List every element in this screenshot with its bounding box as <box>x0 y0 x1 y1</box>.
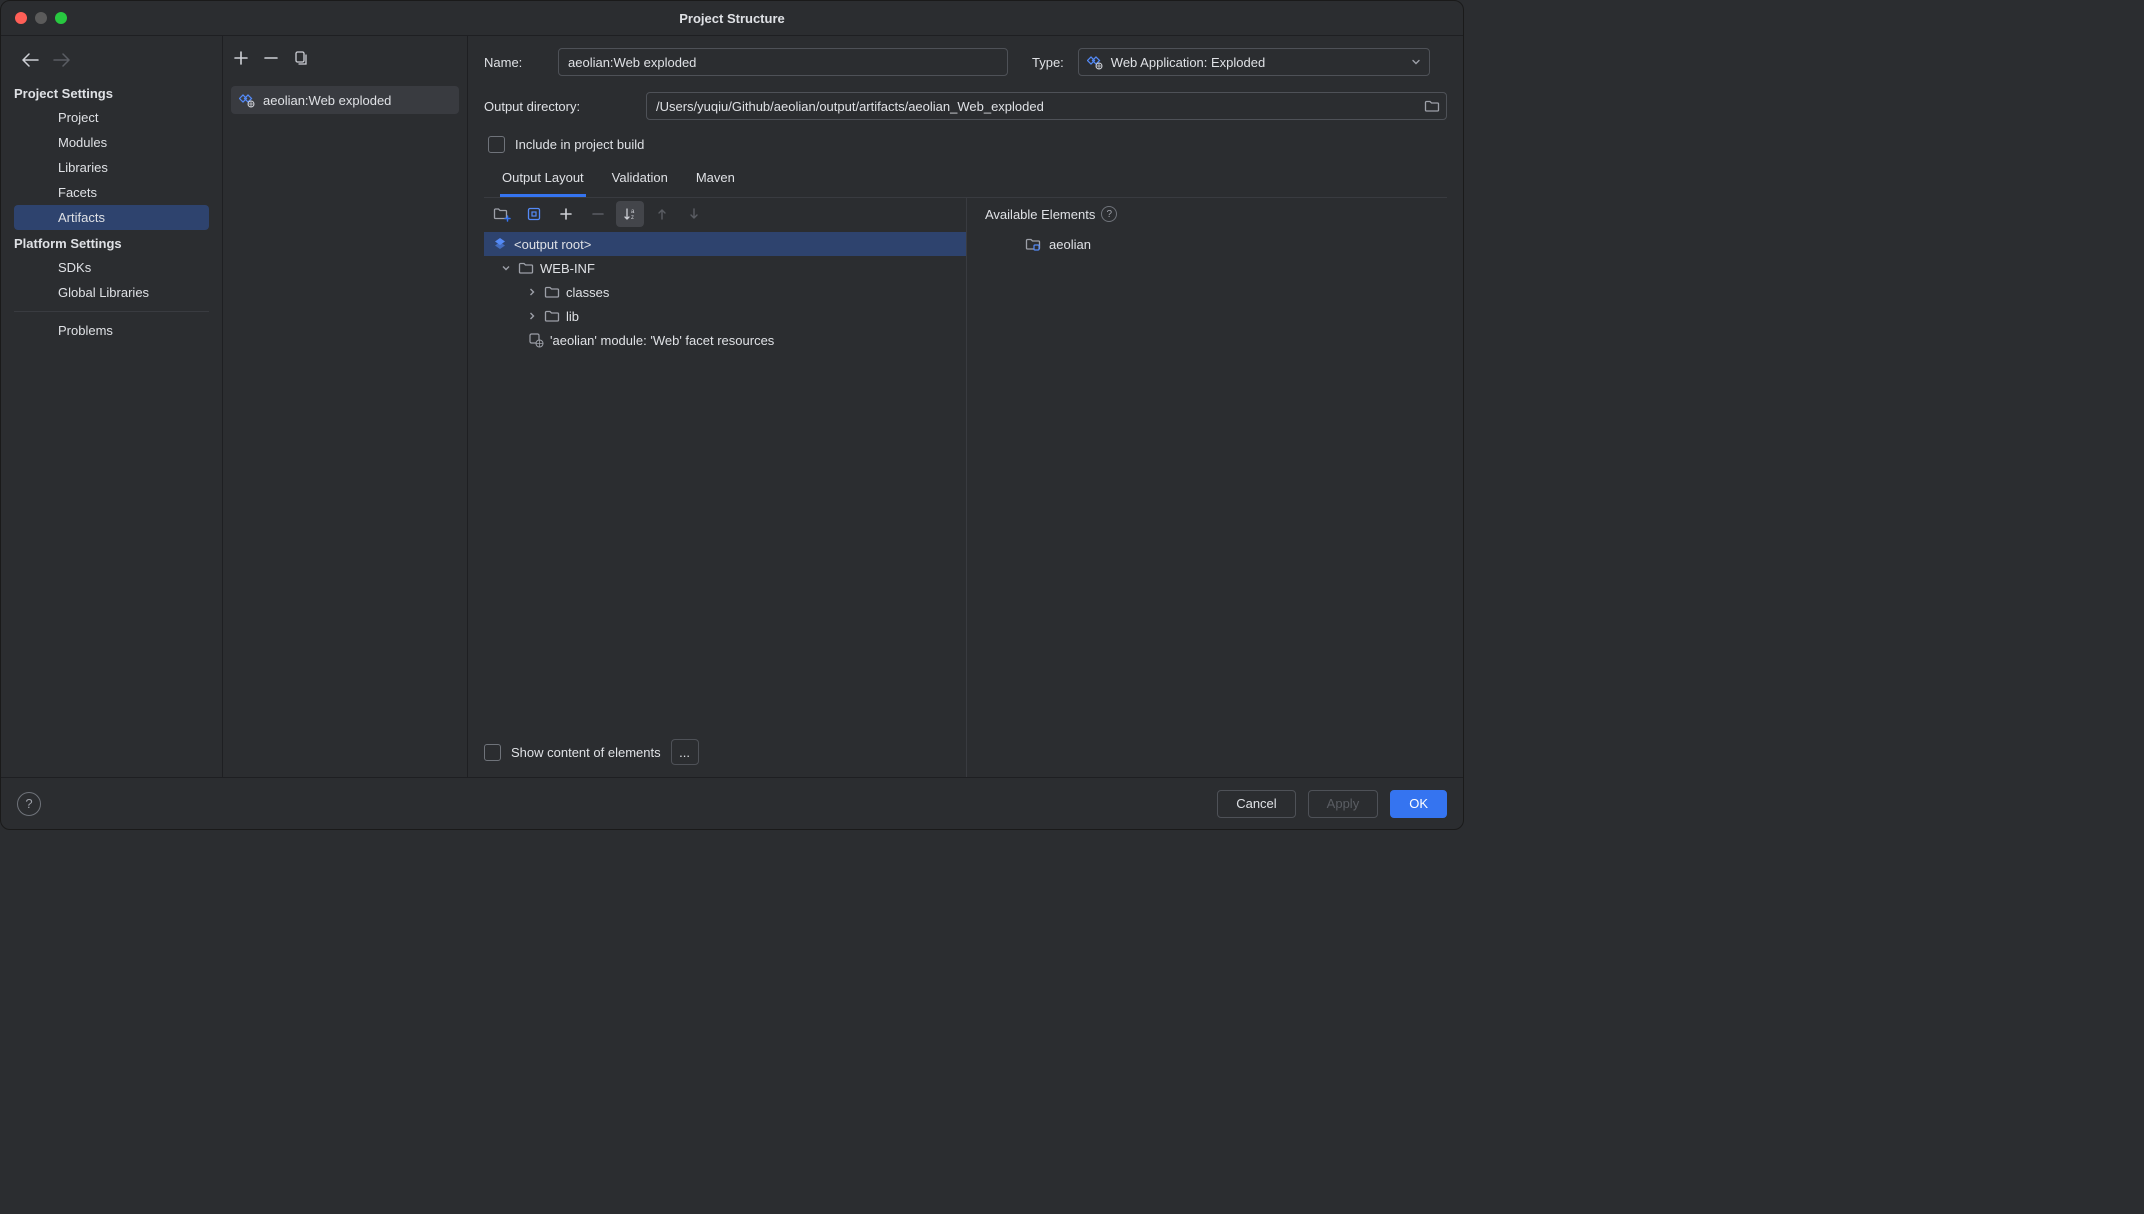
remove-item-icon[interactable] <box>584 201 612 227</box>
outdir-input[interactable] <box>656 99 1416 114</box>
tree-label: lib <box>566 309 579 324</box>
artifact-detail-panel: Name: Type: Web Application: Exploded Ou… <box>468 36 1463 777</box>
sidebar-item-facets[interactable]: Facets <box>1 180 222 205</box>
available-elements-header: Available Elements <box>985 207 1095 222</box>
tree-label: <output root> <box>514 237 591 252</box>
sidebar-separator <box>14 311 209 312</box>
tree-row-webinf[interactable]: WEB-INF <box>484 256 966 280</box>
tree-row-lib[interactable]: lib <box>484 304 966 328</box>
output-layout-tree-panel: az <outpu <box>484 198 967 777</box>
show-content-label: Show content of elements <box>511 745 661 760</box>
help-icon[interactable]: ? <box>1101 206 1117 222</box>
sidebar-item-libraries[interactable]: Libraries <box>1 155 222 180</box>
browse-folder-icon[interactable] <box>1424 99 1440 113</box>
new-folder-icon[interactable] <box>488 201 516 227</box>
tree-label: WEB-INF <box>540 261 595 276</box>
sidebar-item-sdks[interactable]: SDKs <box>1 255 222 280</box>
tree-row-classes[interactable]: classes <box>484 280 966 304</box>
sidebar-item-global-libraries[interactable]: Global Libraries <box>1 280 222 305</box>
output-root-icon <box>492 236 508 252</box>
add-copy-icon[interactable] <box>552 201 580 227</box>
move-up-icon[interactable] <box>648 201 676 227</box>
web-exploded-icon <box>1087 54 1103 70</box>
web-facet-icon <box>528 332 544 348</box>
tree-row-output-root[interactable]: <output root> <box>484 232 966 256</box>
sidebar-item-problems[interactable]: Problems <box>1 318 222 343</box>
chevron-right-icon[interactable] <box>526 311 538 321</box>
chevron-down-icon[interactable] <box>500 263 512 273</box>
cancel-button[interactable]: Cancel <box>1217 790 1295 818</box>
window-title: Project Structure <box>679 11 784 26</box>
include-build-label: Include in project build <box>515 137 644 152</box>
chevron-down-icon <box>1411 57 1421 67</box>
tree-row-module-web[interactable]: 'aeolian' module: 'Web' facet resources <box>484 328 966 352</box>
available-item-label: aeolian <box>1049 237 1091 252</box>
name-input[interactable] <box>558 48 1008 76</box>
svg-text:z: z <box>631 215 634 221</box>
minimize-window-button[interactable] <box>35 12 47 24</box>
back-arrow-icon[interactable] <box>21 53 39 67</box>
show-content-checkbox[interactable] <box>484 744 501 761</box>
close-window-button[interactable] <box>15 12 27 24</box>
type-select[interactable]: Web Application: Exploded <box>1078 48 1430 76</box>
folder-icon <box>518 261 534 275</box>
maximize-window-button[interactable] <box>55 12 67 24</box>
dialog-footer: ? Cancel Apply OK <box>1 777 1463 829</box>
forward-arrow-icon[interactable] <box>53 53 71 67</box>
folder-icon <box>544 285 560 299</box>
name-label: Name: <box>484 55 544 70</box>
apply-button[interactable]: Apply <box>1308 790 1379 818</box>
tab-maven[interactable]: Maven <box>694 163 737 197</box>
artifact-list-panel: aeolian:Web exploded <box>223 36 468 777</box>
module-icon <box>1025 237 1041 251</box>
artifact-list-item[interactable]: aeolian:Web exploded <box>231 86 459 114</box>
add-artifact-icon[interactable] <box>233 50 249 66</box>
include-build-row[interactable]: Include in project build <box>484 136 1447 153</box>
move-down-icon[interactable] <box>680 201 708 227</box>
chevron-right-icon[interactable] <box>526 287 538 297</box>
sidebar-item-modules[interactable]: Modules <box>1 130 222 155</box>
sidebar-item-project[interactable]: Project <box>1 105 222 130</box>
ok-button[interactable]: OK <box>1390 790 1447 818</box>
artifact-tabs: Output Layout Validation Maven <box>484 163 1447 198</box>
tab-output-layout[interactable]: Output Layout <box>500 163 586 197</box>
web-artifact-icon <box>239 92 255 108</box>
outdir-label: Output directory: <box>484 99 632 114</box>
section-project-settings: Project Settings <box>1 80 222 105</box>
artifact-list-label: aeolian:Web exploded <box>263 93 391 108</box>
settings-sidebar: Project Settings Project Modules Librari… <box>1 36 223 777</box>
remove-artifact-icon[interactable] <box>263 50 279 66</box>
tree-label: classes <box>566 285 609 300</box>
available-elements-panel: Available Elements ? aeolian <box>967 198 1447 777</box>
type-value: Web Application: Exploded <box>1111 55 1403 70</box>
folder-icon <box>544 309 560 323</box>
help-button[interactable]: ? <box>17 792 41 816</box>
more-options-button[interactable]: ... <box>671 739 699 765</box>
ellipsis-label: ... <box>679 745 690 760</box>
tree-label: 'aeolian' module: 'Web' facet resources <box>550 333 774 348</box>
type-label: Type: <box>1032 55 1064 70</box>
titlebar: Project Structure <box>1 1 1463 35</box>
copy-artifact-icon[interactable] <box>293 50 309 66</box>
available-item[interactable]: aeolian <box>967 232 1447 256</box>
include-build-checkbox[interactable] <box>488 136 505 153</box>
section-platform-settings: Platform Settings <box>1 230 222 255</box>
sort-icon[interactable]: az <box>616 201 644 227</box>
new-archive-icon[interactable] <box>520 201 548 227</box>
sidebar-item-artifacts[interactable]: Artifacts <box>14 205 209 230</box>
tab-validation[interactable]: Validation <box>610 163 670 197</box>
